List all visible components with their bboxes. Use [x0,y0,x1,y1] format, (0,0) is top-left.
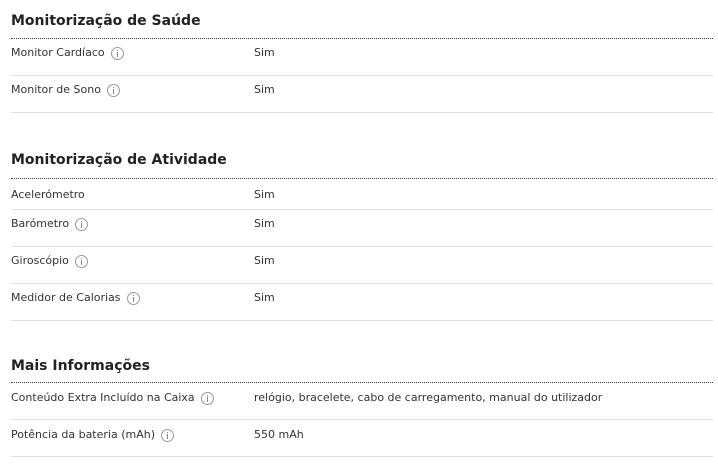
section-health-monitoring: Monitorização de Saúde Monitor Cardíaco … [11,0,713,113]
spec-label: Acelerómetro [11,188,85,201]
spec-value: 550 mAh [254,428,304,441]
spec-value: relógio, bracelete, cabo de carregamento… [254,391,603,404]
spec-row-sleep-monitor: Monitor de Sono Sim [11,76,713,113]
spec-value: Sim [254,291,275,304]
section-more-information: Mais Informações Conteúdo Extra Incluído… [11,344,713,457]
spec-value: Sim [254,217,275,230]
spec-row-heart-monitor: Monitor Cardíaco Sim [11,39,713,76]
section-title: Mais Informações [11,344,713,383]
spec-row-box-contents: Conteúdo Extra Incluído na Caixa relógio… [11,383,713,420]
spec-label: Medidor de Calorias [11,291,121,304]
info-circle-icon[interactable] [110,46,124,60]
section-title: Monitorização de Atividade [11,137,713,179]
spec-value: Sim [254,46,275,59]
spec-label: Conteúdo Extra Incluído na Caixa [11,391,195,404]
spec-value: Sim [254,188,275,201]
info-circle-icon[interactable] [200,391,214,405]
spec-row-battery-capacity: Potência da bateria (mAh) 550 mAh [11,420,713,457]
section-activity-monitoring: Monitorização de Atividade Acelerómetro … [11,137,713,321]
section-title: Monitorização de Saúde [11,0,713,39]
info-circle-icon[interactable] [75,217,89,231]
spec-row-gyroscope: Giroscópio Sim [11,247,713,284]
spec-row-accelerometer: Acelerómetro Sim [11,179,713,210]
spec-label: Monitor de Sono [11,83,101,96]
spec-row-barometer: Barómetro Sim [11,210,713,247]
spec-label: Giroscópio [11,254,69,267]
spec-value: Sim [254,83,275,96]
spec-label: Potência da bateria (mAh) [11,428,155,441]
spec-row-calorie-counter: Medidor de Calorias Sim [11,284,713,321]
info-circle-icon[interactable] [126,291,140,305]
specifications-panel: Monitorização de Saúde Monitor Cardíaco … [11,0,713,457]
spec-label: Barómetro [11,217,70,230]
spec-label: Monitor Cardíaco [11,46,105,59]
info-circle-icon[interactable] [74,254,88,268]
spec-value: Sim [254,254,275,267]
info-circle-icon[interactable] [106,83,120,97]
info-circle-icon[interactable] [161,428,174,442]
